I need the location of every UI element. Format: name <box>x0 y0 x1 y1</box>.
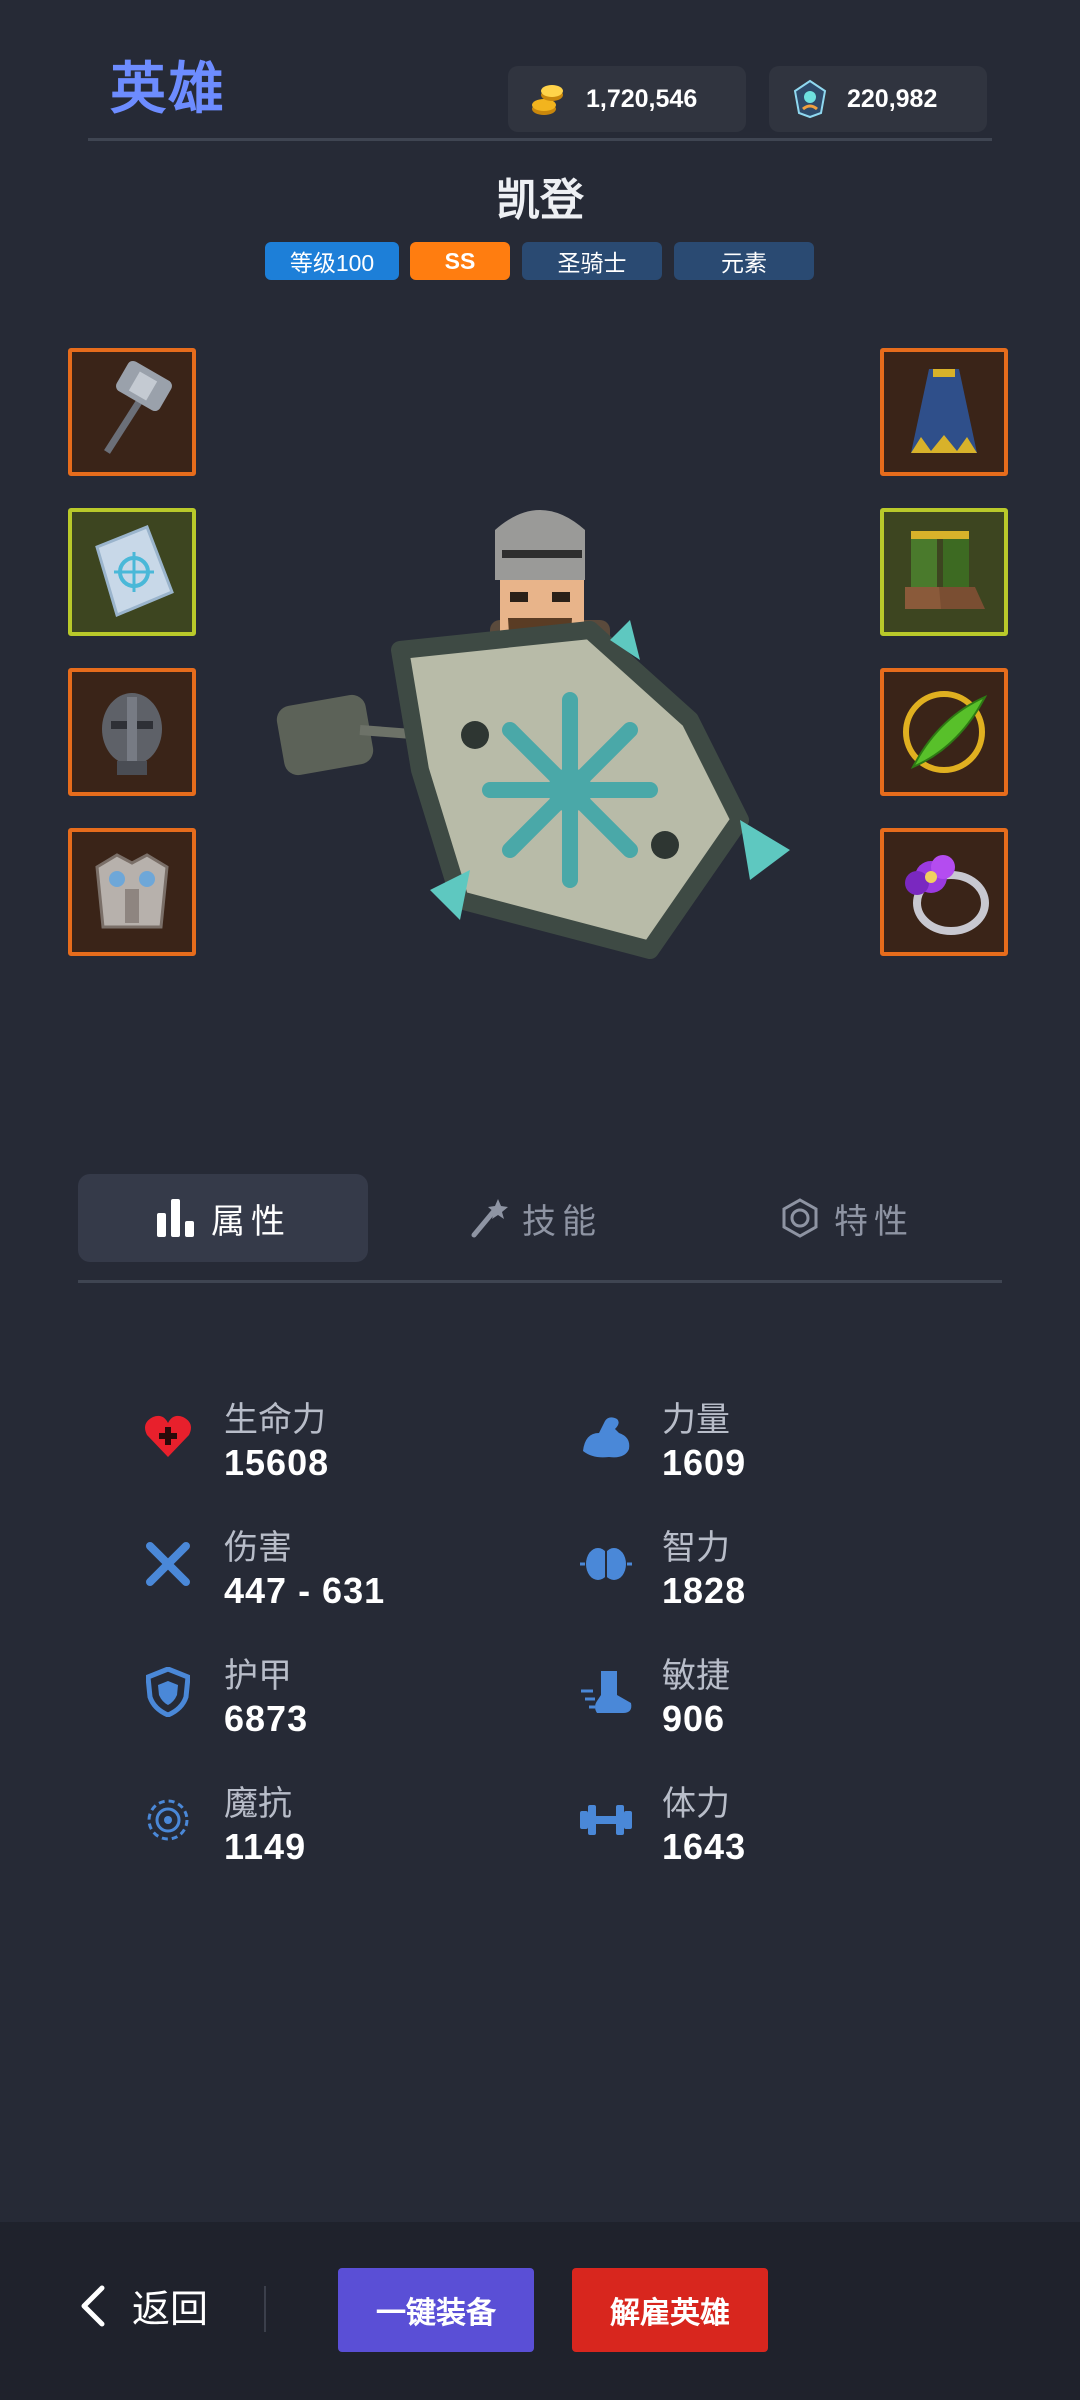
stat-magic-resist <box>136 1788 200 1852</box>
hero-name: 凯登 <box>496 176 584 225</box>
stat-magic-resist-label: 魔抗 <box>224 1785 292 1823</box>
stat-agility-label: 敏捷 <box>662 1657 730 1695</box>
stat-intellect-label: 智力 <box>662 1529 730 1567</box>
gold-amount: 1,720,546 <box>586 84 698 113</box>
element-badge: 元素 <box>674 242 814 280</box>
heart-icon <box>136 1404 200 1468</box>
tab-divider <box>78 1280 1002 1283</box>
shield-icon <box>136 1660 200 1724</box>
back-label: 返回 <box>132 2289 209 2331</box>
stat-armor-value: 6873 <box>224 1698 309 1739</box>
frost-shield-icon <box>95 525 174 618</box>
helmet-icon <box>102 693 162 775</box>
leaf-ring-icon <box>903 691 988 773</box>
stat-armor-label: 护甲 <box>224 1657 292 1695</box>
soul-gem-icon <box>791 79 829 119</box>
equip-slot-ring[interactable] <box>880 828 1008 956</box>
chest-armor-icon <box>95 853 169 929</box>
stat-damage <box>136 1532 200 1596</box>
equip-slot-chest[interactable] <box>68 828 196 956</box>
auto-equip-button[interactable]: 一键装备 <box>338 2268 534 2352</box>
stat-stamina <box>574 1788 638 1852</box>
equip-slot-cloak[interactable] <box>880 348 1008 476</box>
equip-slot-boots[interactable] <box>880 508 1008 636</box>
chevron-left-icon <box>81 2285 105 2326</box>
class-badge: 圣骑士 <box>522 242 662 280</box>
brain-icon <box>574 1532 638 1596</box>
gold-coin-icon <box>528 79 568 119</box>
hammer-icon <box>104 360 172 454</box>
tab-traits[interactable]: 特性 <box>702 1174 992 1262</box>
flexed-arm-icon <box>574 1404 638 1468</box>
gem-amount: 220,982 <box>847 84 938 113</box>
stat-agility <box>574 1660 638 1724</box>
amethyst-ring-icon <box>905 855 989 935</box>
equip-slot-weapon[interactable] <box>68 348 196 476</box>
stat-strength-value: 1609 <box>662 1442 747 1483</box>
stat-hp <box>136 1404 200 1468</box>
stat-damage-label: 伤害 <box>224 1529 292 1567</box>
equip-slot-amulet[interactable] <box>880 668 1008 796</box>
header-divider <box>88 138 992 141</box>
footer-divider <box>264 2286 266 2332</box>
rank-badge: SS <box>410 242 510 280</box>
cloak-icon <box>911 369 977 453</box>
tab-attributes-label: 属性 <box>211 1202 291 1241</box>
equip-slot-helmet[interactable] <box>68 668 196 796</box>
hero-portrait <box>270 490 890 1000</box>
stat-strength-label: 力量 <box>662 1401 730 1439</box>
stat-hp-label: 生命力 <box>224 1401 326 1439</box>
gem-counter[interactable]: 220,982 <box>769 66 987 132</box>
page-title: 英雄 <box>110 57 226 120</box>
tab-skills[interactable]: 技能 <box>390 1174 680 1262</box>
level-badge: 等级100 <box>265 242 399 280</box>
rune-emblem-icon <box>782 1198 818 1238</box>
tab-skills-label: 技能 <box>522 1202 602 1241</box>
stat-armor <box>136 1660 200 1724</box>
stat-strength <box>574 1404 638 1468</box>
tab-attributes[interactable]: 属性 <box>78 1174 368 1262</box>
equip-slot-offhand[interactable] <box>68 508 196 636</box>
bar-chart-icon <box>157 1199 194 1237</box>
stat-stamina-label: 体力 <box>662 1785 730 1823</box>
stat-intellect <box>574 1532 638 1596</box>
winged-boot-icon <box>574 1660 638 1724</box>
stat-stamina-value: 1643 <box>662 1826 747 1867</box>
magic-wand-icon <box>471 1199 508 1238</box>
boots-icon <box>905 531 985 609</box>
stat-hp-value: 15608 <box>224 1442 330 1483</box>
back-button[interactable]: 返回 <box>78 2278 208 2333</box>
gold-counter[interactable]: 1,720,546 <box>508 66 746 132</box>
dumbbell-icon <box>574 1788 638 1852</box>
stat-damage-value: 447 - 631 <box>224 1570 386 1611</box>
vortex-icon <box>136 1788 200 1852</box>
tab-bar: 属性 技能 特性 <box>78 1170 1008 1266</box>
tab-traits-label: 特性 <box>834 1202 914 1241</box>
stat-intellect-value: 1828 <box>662 1570 747 1611</box>
stat-agility-value: 906 <box>662 1698 726 1739</box>
crossed-swords-icon <box>136 1532 200 1596</box>
stat-magic-resist-value: 1149 <box>224 1826 307 1867</box>
dismiss-hero-button[interactable]: 解雇英雄 <box>572 2268 768 2352</box>
